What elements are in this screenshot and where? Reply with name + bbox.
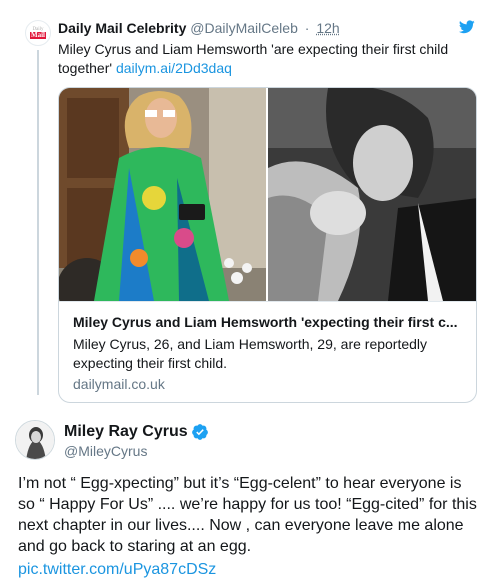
card-title[interactable]: Miley Cyrus and Liam Hemsworth 'expectin… [73,314,465,330]
daily-mail-avatar[interactable]: Daily Mail [25,20,51,46]
author-handle[interactable]: @DailyMailCeleb [190,20,298,36]
link-preview-card[interactable]: Miley Cyrus and Liam Hemsworth 'expectin… [58,87,477,403]
tweet-timestamp[interactable]: 12h [316,20,339,36]
thread-connector-line [37,50,39,395]
quoted-tweet[interactable]: Daily Mail Daily Mail Celebrity @DailyMa… [0,0,493,403]
card-description: Miley Cyrus, 26, and Liam Hemsworth, 29,… [73,336,428,371]
main-tweet-pic-link[interactable]: pic.twitter.com/uPya87cDSz [18,561,216,579]
card-body: Miley Cyrus and Liam Hemsworth 'expectin… [59,301,476,402]
card-photo-left [59,88,266,301]
card-domain: dailymail.co.uk [73,376,165,392]
main-tweet-text: I’m not “ Egg-xpecting” but it’s “Egg-ce… [18,475,477,555]
main-author-name[interactable]: Miley Ray Cyrus [64,423,188,441]
author-name[interactable]: Daily Mail Celebrity [58,20,186,36]
quoted-tweet-link[interactable]: dailym.ai/2Dd3daq [116,60,232,76]
avatar-text-bottom: Mail [30,31,46,39]
twitter-bird-icon[interactable] [459,20,475,34]
verified-badge-icon [192,424,208,440]
main-author-handle[interactable]: @MileyCyrus [64,443,147,459]
miley-avatar[interactable] [15,420,55,460]
tweet-embed-page: Daily Mail Daily Mail Celebrity @DailyMa… [0,0,493,586]
quoted-tweet-header: Daily Mail Celebrity @DailyMailCeleb · 1… [58,20,340,36]
card-photo-right [268,88,476,301]
header-separator: · [304,20,310,36]
quoted-tweet-text: Miley Cyrus and Liam Hemsworth 'are expe… [58,40,478,78]
